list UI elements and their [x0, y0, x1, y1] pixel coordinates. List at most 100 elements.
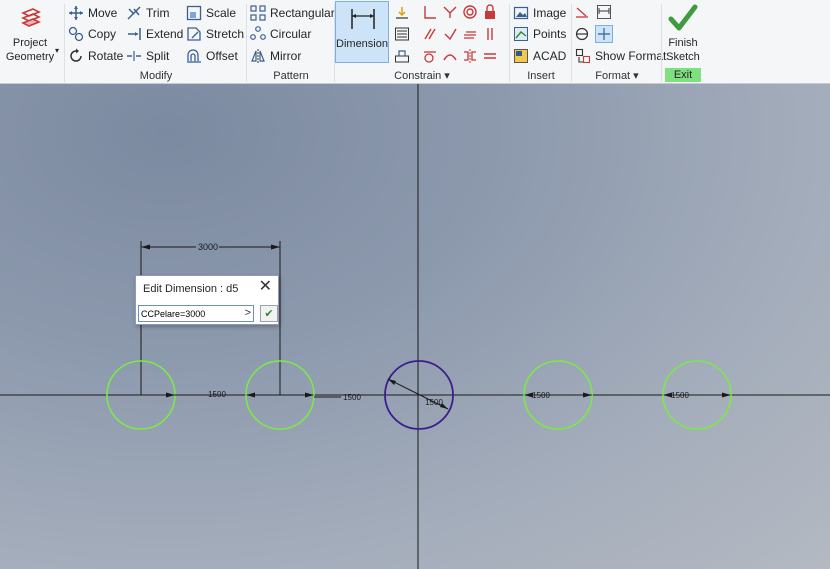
rotate-button[interactable]: Rotate	[68, 46, 123, 66]
split-button[interactable]: Split	[126, 46, 169, 66]
perpendicular-icon[interactable]	[441, 25, 459, 43]
modify-group-label: Modify	[139, 70, 173, 82]
stretch-button[interactable]: Stretch	[186, 24, 244, 44]
show-format-label: Show Format	[595, 49, 667, 63]
constrain-group-label[interactable]: Constrain ▾	[335, 69, 509, 82]
acad-button[interactable]: ACAD	[513, 46, 566, 66]
vertical-icon[interactable]	[481, 25, 499, 43]
acad-label: ACAD	[533, 49, 567, 63]
rectangular-pattern-icon	[250, 5, 266, 21]
finish-sketch-button[interactable]: Finish Sketch	[663, 36, 703, 64]
project-geometry-icon	[18, 6, 44, 32]
tangent-icon[interactable]	[421, 47, 439, 65]
dimension-label: Dimension	[336, 38, 388, 50]
parallel-icon[interactable]	[421, 25, 439, 43]
modify-group: Move Trim Scale Copy Extend Stretch Rota…	[66, 0, 246, 84]
pattern-group: Rectangular Circular Mirror Pattern	[248, 0, 335, 84]
points-icon	[514, 27, 528, 41]
circle-2-dimension-text: 1500	[343, 393, 361, 402]
rotate-icon	[70, 48, 82, 62]
auto-dimension-icon[interactable]	[393, 3, 411, 21]
copy-button[interactable]: Copy	[68, 24, 116, 44]
concentric-icon[interactable]	[461, 3, 479, 21]
circle-1-dimension-text: 1500	[208, 390, 226, 399]
dropdown-arrow-icon[interactable]: ▾	[55, 46, 59, 55]
circle-4-dimension-text: 1500	[532, 391, 550, 400]
points-label: Points	[533, 27, 567, 41]
pattern-group-label: Pattern	[273, 70, 309, 82]
show-format-icon	[575, 48, 591, 64]
circle-5-dimension-text: 1500	[671, 391, 689, 400]
exit-group: Finish Sketch Exit	[663, 0, 705, 84]
close-icon[interactable]: ✕	[259, 279, 272, 295]
coincident-icon[interactable]	[421, 3, 439, 21]
centerline-icon[interactable]	[595, 25, 613, 43]
dimension-3000-text: 3000	[198, 242, 218, 252]
scale-label: Scale	[206, 6, 237, 20]
project-geometry-group: Project Geometry ▾	[0, 0, 64, 84]
scale-button[interactable]: Scale	[186, 3, 236, 23]
mirror-icon	[251, 49, 265, 63]
driven-dimension-icon[interactable]	[595, 3, 613, 21]
construction-icon[interactable]	[573, 3, 591, 21]
checkmark-icon: ✔	[264, 308, 274, 320]
offset-icon	[187, 49, 201, 63]
split-icon	[127, 51, 141, 61]
trim-icon	[127, 6, 141, 20]
accept-checkmark-button[interactable]: ✔	[260, 305, 278, 322]
horizontal-icon[interactable]	[461, 25, 479, 43]
move-button[interactable]: Move	[68, 3, 117, 23]
project-geometry-button[interactable]: Project Geometry	[2, 36, 58, 64]
sketch-canvas[interactable]: 3000 1500 1500 1500 1500 1500 Edit Dimen…	[0, 84, 830, 569]
dimension-icon	[351, 9, 375, 29]
show-format-button[interactable]: Show Format	[575, 46, 666, 66]
points-button[interactable]: Points	[513, 24, 566, 44]
circular-pattern-icon	[250, 26, 266, 40]
collinear-icon[interactable]	[441, 3, 459, 21]
rectangular-label: Rectangular	[270, 6, 335, 20]
fix-lock-icon[interactable]	[481, 3, 499, 21]
expand-arrow-icon[interactable]: >	[245, 306, 251, 321]
smooth-icon[interactable]	[441, 47, 459, 65]
finish-sketch-checkmark-icon	[667, 3, 699, 33]
offset-button[interactable]: Offset	[186, 46, 238, 66]
image-label: Image	[533, 6, 567, 20]
relax-mode-icon[interactable]	[393, 47, 411, 65]
insert-group: Image Points ACAD Insert	[511, 0, 571, 84]
dimension-button[interactable]: Dimension	[335, 1, 389, 63]
circular-label: Circular	[270, 27, 312, 41]
center-point-icon[interactable]	[573, 25, 591, 43]
image-button[interactable]: Image	[513, 3, 566, 23]
rectangular-pattern-button[interactable]: Rectangular	[250, 3, 335, 23]
ribbon: Project Geometry ▾ Move Trim Scale Copy …	[0, 0, 830, 84]
extend-label: Extend	[146, 27, 184, 41]
format-group: Show Format Format ▾	[573, 0, 666, 84]
image-icon	[513, 6, 529, 20]
dialog-title: Edit Dimension : d5	[143, 283, 239, 295]
split-label: Split	[146, 49, 170, 63]
copy-label: Copy	[88, 27, 117, 41]
trim-label: Trim	[146, 6, 170, 20]
move-icon	[69, 6, 83, 20]
circular-pattern-button[interactable]: Circular	[250, 24, 311, 44]
mirror-label: Mirror	[270, 49, 302, 63]
scale-icon	[186, 5, 202, 21]
symmetric-icon[interactable]	[461, 47, 479, 65]
trim-button[interactable]: Trim	[126, 3, 170, 23]
extend-button[interactable]: Extend	[126, 24, 183, 44]
show-constraints-icon[interactable]	[393, 25, 411, 43]
sketch-graphics[interactable]: 3000 1500 1500 1500 1500 1500	[0, 84, 830, 569]
dimension-value-input[interactable]	[139, 308, 239, 319]
circle-3-dimension-text: 1500	[425, 398, 443, 407]
offset-label: Offset	[206, 49, 238, 63]
extend-icon	[128, 28, 141, 40]
equal-icon[interactable]	[481, 47, 499, 65]
move-label: Move	[88, 6, 118, 20]
insert-group-label: Insert	[527, 70, 555, 82]
circle-4[interactable]: 1500	[523, 360, 593, 430]
dimension-value-field[interactable]: >	[138, 305, 254, 322]
stretch-icon	[187, 27, 201, 41]
stretch-label: Stretch	[206, 27, 245, 41]
format-group-label[interactable]: Format ▾	[573, 69, 661, 82]
mirror-button[interactable]: Mirror	[250, 46, 301, 66]
